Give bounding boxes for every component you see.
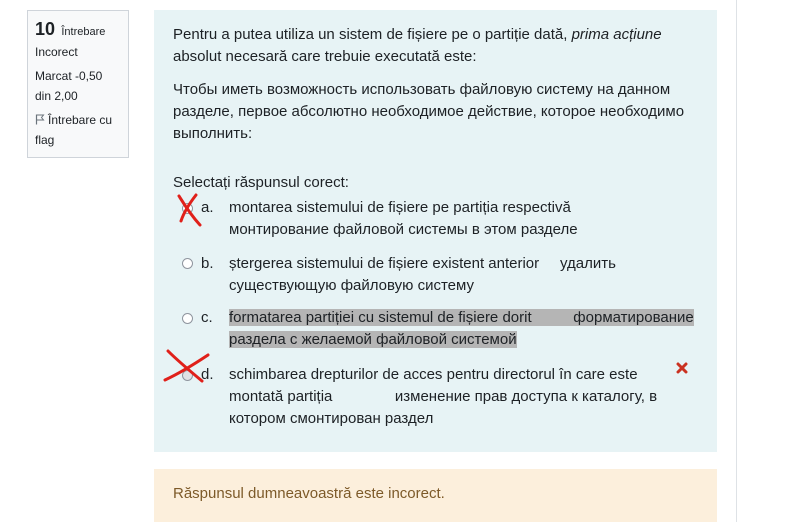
- question-state: Incorect: [35, 45, 78, 59]
- answer-radio-a[interactable]: [182, 203, 193, 214]
- answer-text-c: formatarea partiției cu sistemul de fiși…: [229, 307, 699, 351]
- question-info: 10 Întrebare Incorect Marcat -0,50 din 2…: [27, 10, 129, 158]
- question-text-ro-emphasis: prima acțiune: [571, 26, 662, 43]
- question-text-ru: Чтобы иметь возможность использовать фай…: [173, 81, 685, 142]
- answer-text-b: ștergerea sistemului de fișiere existent…: [229, 253, 699, 297]
- answer-text-d: schimbarea drepturilor de acces pentru d…: [229, 364, 699, 430]
- question-text-ro-end: absolut necesară care trebuie executată …: [173, 48, 477, 65]
- answer-text-c-line1: formatarea partiției cu sistemul de fiși…: [229, 309, 694, 326]
- answer-radio-c[interactable]: [182, 313, 193, 324]
- incorrect-icon: [676, 362, 688, 374]
- answer-text-d-line1: schimbarea drepturilor de acces pentru d…: [229, 366, 638, 383]
- content-border: [736, 0, 737, 522]
- question-text-ro-start: Pentru a putea utiliza un sistem de fiși…: [173, 26, 572, 43]
- answer-radio-b[interactable]: [182, 258, 193, 269]
- feedback-box: Răspunsul dumneavoastră este incorect.: [154, 469, 717, 522]
- answer-option-a[interactable]: a. montarea sistemului de fișiere pe par…: [154, 197, 714, 243]
- question-content: Pentru a putea utiliza un sistem de fiși…: [154, 10, 717, 452]
- answer-letter-a: a.: [201, 199, 214, 216]
- flag-icon: [35, 114, 45, 125]
- answer-letter-b: b.: [201, 255, 214, 272]
- answer-option-c[interactable]: c. formatarea partiției cu sistemul de f…: [154, 307, 714, 353]
- answer-text-a-line1: montarea sistemului de fișiere pe partiț…: [229, 199, 571, 216]
- question-text-ro: Pentru a putea utiliza un sistem de fiși…: [173, 24, 693, 68]
- feedback-text: Răspunsul dumneavoastră este incorect.: [173, 485, 445, 502]
- answer-text-a-line2: монтирование файловой системы в этом раз…: [229, 221, 578, 238]
- answer-text-a: montarea sistemului de fișiere pe partiț…: [229, 197, 699, 241]
- answer-letter-d: d.: [201, 366, 214, 383]
- answer-text-d-line3: котором смонтирован раздел: [229, 410, 434, 427]
- answer-text-d-line2: montată partiția изменение прав доступа …: [229, 388, 658, 405]
- answer-radio-d[interactable]: [182, 370, 193, 381]
- question-number: 10: [35, 19, 56, 39]
- answer-text-b-line1: ștergerea sistemului de fișiere existent…: [229, 255, 616, 272]
- answer-text-b-line2: существующую файловую систему: [229, 277, 474, 294]
- answer-option-b[interactable]: b. ștergerea sistemului de fișiere exist…: [154, 253, 714, 299]
- answer-prompt: Selectați răspunsul corect:: [173, 174, 349, 191]
- answer-text-c-line2: раздела с желаемой файловой системой: [229, 331, 517, 348]
- answer-option-d[interactable]: d. schimbarea drepturilor de acces pentr…: [154, 364, 714, 432]
- answer-letter-c: c.: [201, 309, 213, 326]
- question-grade: Marcat -0,50 din 2,00: [35, 69, 103, 103]
- flag-question-link[interactable]: Întrebare cu flag: [35, 110, 121, 150]
- flag-label: Întrebare cu flag: [35, 113, 113, 147]
- question-word: Întrebare: [61, 26, 106, 38]
- question-number-row: 10 Întrebare: [35, 19, 121, 42]
